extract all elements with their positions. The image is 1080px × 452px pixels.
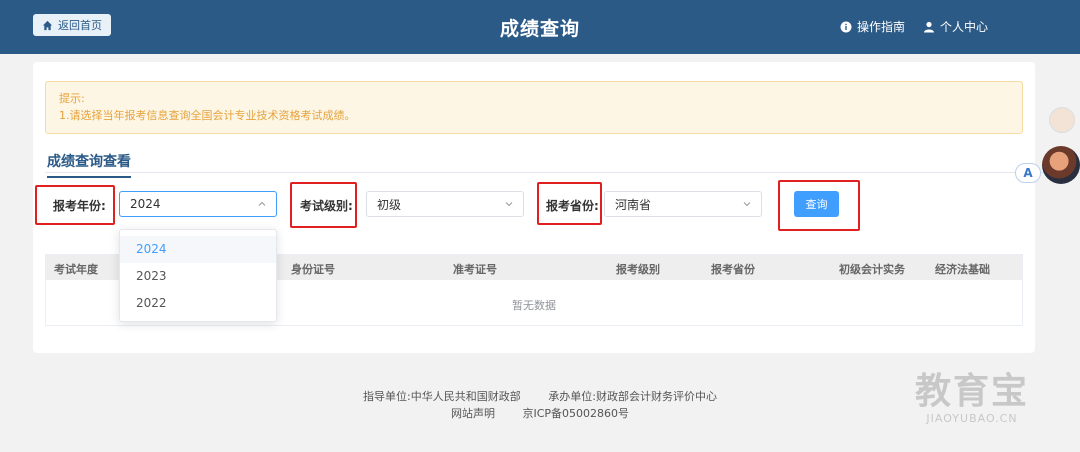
province-select[interactable]: 河南省 (604, 191, 762, 217)
service-avatar[interactable] (1042, 146, 1080, 184)
highlight-province-label (537, 182, 602, 225)
watermark-url: JIAOYUBAO.CN (926, 412, 1018, 425)
personal-center-label: 个人中心 (939, 20, 988, 34)
year-option-2023[interactable]: 2023 (120, 263, 276, 290)
chevron-up-icon (258, 201, 266, 206)
highlight-level-label (290, 182, 357, 228)
province-select-value: 河南省 (615, 197, 652, 212)
top-header: 返回首页 成绩查询 操作指南 个人中心 (0, 0, 1080, 54)
notice-title: 提示: (59, 92, 85, 105)
level-select-value: 初级 (377, 197, 402, 212)
user-icon (923, 21, 934, 32)
translate-button[interactable]: A (1015, 163, 1041, 183)
year-option-2024[interactable]: 2024 (120, 236, 276, 263)
th-province: 报考省份 (711, 263, 755, 276)
th-id-number: 身份证号 (291, 263, 335, 276)
footer-guide-unit: 指导单位:中华人民共和国财政部 (363, 390, 521, 403)
watermark-brand: 教育宝 (915, 371, 1030, 412)
year-select-value: 2024 (130, 197, 161, 211)
th-economic-law: 经济法基础 (935, 263, 990, 276)
notice-text: 1.请选择当年报考信息查询全国会计专业技术资格考试成绩。 (59, 109, 356, 122)
guide-link-label: 操作指南 (856, 20, 905, 34)
info-icon (840, 21, 852, 32)
chevron-down-icon (505, 202, 513, 207)
notice-box: 提示: 1.请选择当年报考信息查询全国会计专业技术资格考试成绩。 (45, 81, 1023, 134)
year-dropdown: 2024 2023 2022 (119, 229, 277, 322)
top-links: 操作指南 个人中心 (840, 18, 988, 35)
level-select[interactable]: 初级 (366, 191, 524, 217)
year-select[interactable]: 2024 (119, 191, 277, 217)
watermark: 教育宝 JIAOYUBAO.CN (915, 371, 1030, 426)
guide-link[interactable]: 操作指南 (840, 18, 905, 35)
chevron-down-icon (743, 202, 751, 207)
tab-divider (45, 172, 1080, 173)
assistant-avatar[interactable] (1049, 107, 1075, 133)
footer-statement-link[interactable]: 网站声明 (451, 407, 495, 420)
personal-center-link[interactable]: 个人中心 (923, 18, 988, 35)
th-admission-number: 准考证号 (453, 263, 497, 276)
th-level: 报考级别 (616, 263, 660, 276)
footer-icp[interactable]: 京ICP备05002860号 (522, 407, 629, 420)
tab-score-query[interactable]: 成绩查询查看 (47, 151, 131, 178)
highlight-year-label (35, 185, 115, 225)
footer-host-unit: 承办单位:财政部会计财务评价中心 (548, 390, 717, 403)
th-accounting-practice: 初级会计实务 (839, 263, 905, 276)
year-option-2022[interactable]: 2022 (120, 290, 276, 317)
th-exam-year: 考试年度 (54, 263, 98, 276)
highlight-query-button (778, 180, 860, 231)
